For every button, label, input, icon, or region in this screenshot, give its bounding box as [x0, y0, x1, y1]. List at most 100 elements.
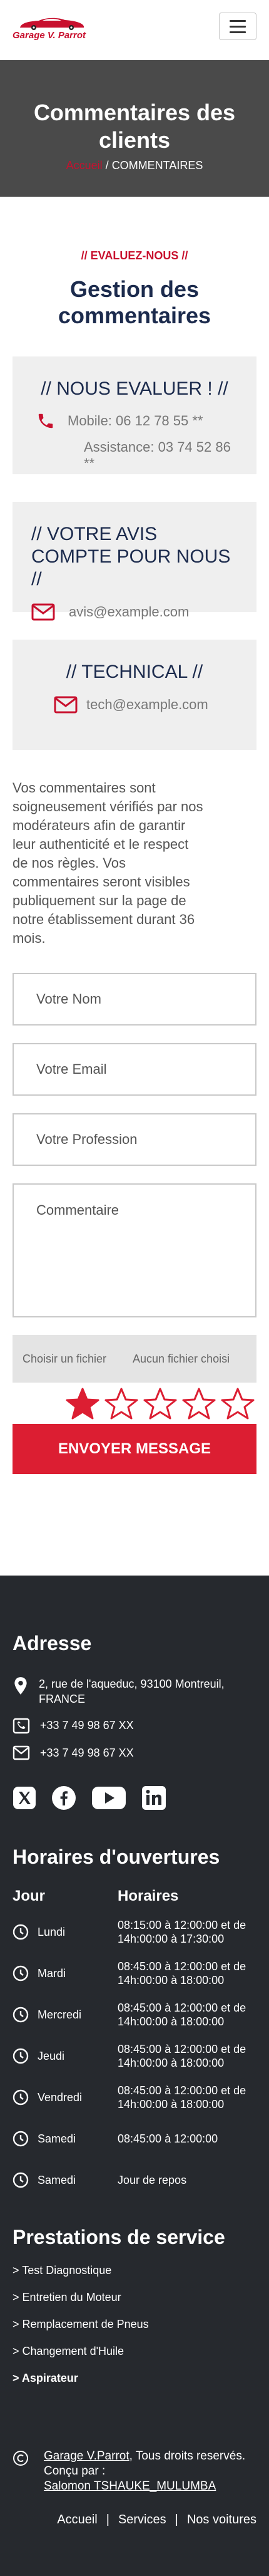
site-footer: Adresse 2, rue de l'aqueduc, 93100 Montr…: [0, 1576, 269, 2576]
x-twitter-icon[interactable]: [13, 1786, 36, 1810]
hours-day: Mercredi: [38, 2008, 82, 2021]
hours-day: Lundi: [38, 1926, 66, 1938]
facebook-icon[interactable]: [51, 1785, 76, 1810]
clock-icon: [13, 2048, 29, 2064]
service-item[interactable]: > Test Diagnostique: [13, 2264, 256, 2277]
star-rating[interactable]: [13, 1386, 256, 1421]
star-filled-icon[interactable]: [64, 1386, 101, 1421]
hours-row: Samedi 08:45:00 à 12:00:00: [13, 2124, 256, 2153]
map-pin-icon: [14, 1677, 27, 1695]
moderation-notice: Vos commentaires sont soigneusement véri…: [13, 780, 203, 946]
hours-row: Mercredi 08:45:00 à 12:00:00 et de 14h:00…: [13, 2000, 256, 2029]
clock-icon: [13, 2007, 29, 2023]
hours-day-header: Jour: [13, 1888, 46, 1904]
reviews-email[interactable]: avis@example.com: [69, 604, 189, 620]
top-navbar: Garage V. Parrot: [0, 0, 269, 60]
hours-time-header: Horaires: [118, 1888, 179, 1904]
footer-nav: Accueil | Services | Nos voitures: [13, 2513, 256, 2527]
assistance-line: Assistance: 03 74 52 86 **: [31, 439, 238, 472]
page-title: Commentaires des clients: [33, 100, 236, 153]
hours-row: Samedi Jour de repos: [13, 2166, 256, 2194]
choose-file-button[interactable]: Choisir un fichier: [13, 1353, 131, 1366]
service-item[interactable]: > Entretien du Moteur: [13, 2291, 256, 2304]
car-logo-icon: [20, 18, 84, 30]
copyright-icon: [13, 2451, 28, 2466]
star-empty-icon[interactable]: [141, 1386, 179, 1421]
address-text: 2, rue de l'aqueduc, 93100 Montreuil, FR…: [39, 1678, 225, 1705]
copyright-text: , Tous droits reservés.: [129, 2449, 246, 2463]
services-list: > Test Diagnostique > Entretien du Moteu…: [13, 2264, 256, 2385]
profession-input[interactable]: [13, 1113, 256, 1166]
hours-time: 08:45:00 à 12:00:00 et de 14h:00:00 à 18…: [118, 2084, 246, 2111]
star-empty-icon[interactable]: [219, 1386, 256, 1421]
contact-card-technical: // TECHNICAL // tech@example.com: [13, 640, 256, 750]
breadcrumb-separator: /: [102, 159, 112, 172]
footer-nav-separator: |: [106, 2513, 109, 2527]
phone-row: +33 7 49 98 67 XX: [13, 1718, 256, 1734]
hours-day: Samedi: [38, 2132, 76, 2145]
technical-email-line: tech@example.com: [31, 696, 238, 714]
hours-header: Jour Horaires: [13, 1888, 256, 1905]
section-title: Gestion des commentaires: [58, 276, 211, 328]
service-item[interactable]: > Remplacement de Pneus: [13, 2318, 256, 2331]
address-title: Adresse: [13, 1632, 92, 1654]
clock-icon: [13, 2172, 29, 2188]
review-form: Choisir un fichier Aucun fichier choisi …: [13, 973, 256, 1474]
hours-day: Samedi: [38, 2174, 76, 2186]
linkedin-icon[interactable]: [141, 1785, 166, 1810]
email-input[interactable]: [13, 1043, 256, 1096]
file-upload[interactable]: Choisir un fichier Aucun fichier choisi: [13, 1335, 256, 1383]
copyright-link[interactable]: Garage V.Parrot: [44, 2449, 129, 2463]
card-title: // TECHNICAL //: [66, 662, 203, 682]
footer-nav-home[interactable]: Accueil: [57, 2513, 97, 2527]
clock-icon: [13, 2131, 29, 2147]
section-eyebrow: // EVALUEZ-NOUS //: [81, 249, 188, 262]
hours-row: Jeudi 08:45:00 à 12:00:00 et de 14h:00:00…: [13, 2042, 256, 2070]
footer-nav-separator: |: [175, 2513, 178, 2527]
service-item[interactable]: > Aspirateur: [13, 2372, 256, 2385]
hours-row: Lundi 08:15:00 à 12:00:00 et de 14h:00:00…: [13, 1918, 256, 1946]
phone-icon: [13, 1718, 30, 1734]
menu-toggle-button[interactable]: [219, 13, 256, 40]
envelope-icon: [13, 1745, 30, 1760]
name-input[interactable]: [13, 973, 256, 1026]
star-empty-icon[interactable]: [103, 1386, 140, 1421]
hours-day: Vendredi: [38, 2091, 83, 2104]
hours-time: 08:45:00 à 12:00:00 et de 14h:00:00 à 18…: [118, 2002, 246, 2028]
comment-textarea[interactable]: [13, 1183, 256, 1317]
file-status-text: Aucun fichier choisi: [133, 1352, 230, 1365]
assistance-number[interactable]: Assistance: 03 74 52 86 **: [84, 439, 238, 472]
phone-icon: [38, 413, 53, 428]
email-text[interactable]: +33 7 49 98 67 XX: [40, 1745, 134, 1760]
send-message-button[interactable]: ENVOYER MESSAGE: [13, 1424, 256, 1474]
hours-time: 08:45:00 à 12:00:00 et de 14h:00:00 à 18…: [118, 1960, 246, 1987]
social-links: [13, 1785, 256, 1810]
email-row: +33 7 49 98 67 XX: [13, 1745, 256, 1760]
main-content: // EVALUEZ-NOUS // Gestion des commentai…: [0, 249, 269, 1474]
phone-text[interactable]: +33 7 49 98 67 XX: [40, 1718, 134, 1733]
hours-time: Jour de repos: [118, 2174, 187, 2186]
address-row: 2, rue de l'aqueduc, 93100 Montreuil, FR…: [13, 1676, 256, 1706]
clock-icon: [13, 2089, 29, 2106]
mobile-number[interactable]: Mobile: 06 12 78 55 **: [68, 413, 203, 429]
technical-email[interactable]: tech@example.com: [86, 697, 208, 713]
contact-card-rating: // NOUS EVALUER ! // Mobile: 06 12 78 55…: [13, 356, 256, 474]
clock-icon: [13, 1924, 29, 1940]
breadcrumb-home-link[interactable]: Accueil: [66, 159, 103, 172]
hamburger-menu-icon: [230, 19, 246, 22]
designer-link[interactable]: Salomon TSHAUKE_MULUMBA: [44, 2480, 216, 2493]
site-logo[interactable]: Garage V. Parrot: [13, 16, 91, 41]
hours-time: 08:45:00 à 12:00:00: [118, 2132, 218, 2145]
clock-icon: [13, 1965, 29, 1981]
footer-nav-services[interactable]: Services: [118, 2513, 166, 2527]
hours-day: Mardi: [38, 1967, 66, 1980]
hours-table: Lundi 08:15:00 à 12:00:00 et de 14h:00:00…: [13, 1918, 256, 2194]
star-empty-icon[interactable]: [180, 1386, 218, 1421]
youtube-icon[interactable]: [91, 1785, 126, 1810]
service-item[interactable]: > Changement d'Huile: [13, 2345, 256, 2358]
footer-nav-cars[interactable]: Nos voitures: [187, 2513, 256, 2527]
hours-title: Horaires d'ouvertures: [13, 1846, 220, 1868]
hours-time: 08:45:00 à 12:00:00 et de 14h:00:00 à 18…: [118, 2043, 246, 2069]
designed-by-label: Conçu par :: [44, 2464, 106, 2478]
services-title: Prestations de service: [13, 2226, 225, 2248]
